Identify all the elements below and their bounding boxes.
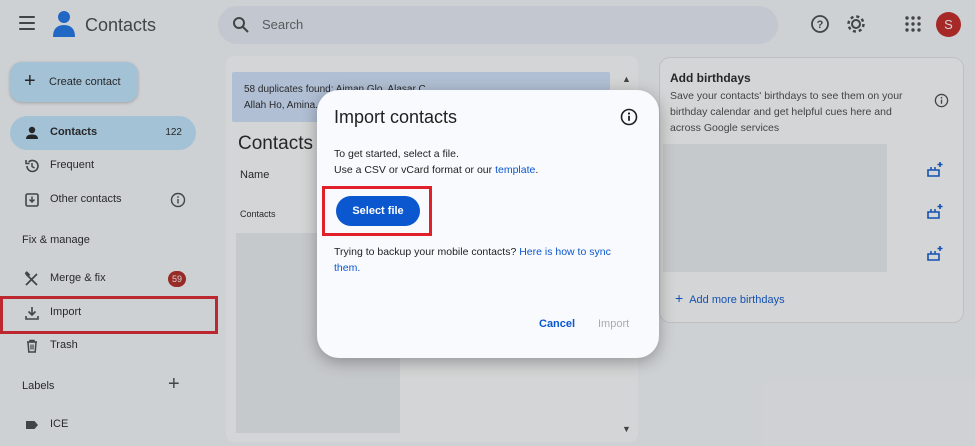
dialog-instructions: To get started, select a file. [334, 148, 459, 160]
import-button[interactable]: Import [598, 318, 629, 330]
dialog-format-text: Use a CSV or vCard format or our templat… [334, 164, 538, 176]
dialog-title: Import contacts [334, 107, 458, 127]
import-contacts-dialog: Import contacts To get started, select a… [317, 90, 659, 358]
backup-text: Trying to backup your mobile contacts? H… [334, 246, 611, 258]
backup-text-prefix: Trying to backup your mobile contacts? [334, 246, 520, 258]
sync-help-link-2[interactable]: them. [334, 262, 360, 274]
cancel-button[interactable]: Cancel [539, 318, 575, 330]
template-link[interactable]: template [495, 164, 535, 176]
sync-help-link[interactable]: Here is how to sync [519, 246, 611, 258]
format-text-suffix: . [535, 164, 539, 176]
format-text-prefix: Use a CSV or vCard format or our [334, 164, 496, 176]
backup-text-2: them. [334, 262, 360, 274]
select-file-button[interactable]: Select file [336, 196, 420, 226]
info-icon[interactable] [620, 108, 638, 126]
